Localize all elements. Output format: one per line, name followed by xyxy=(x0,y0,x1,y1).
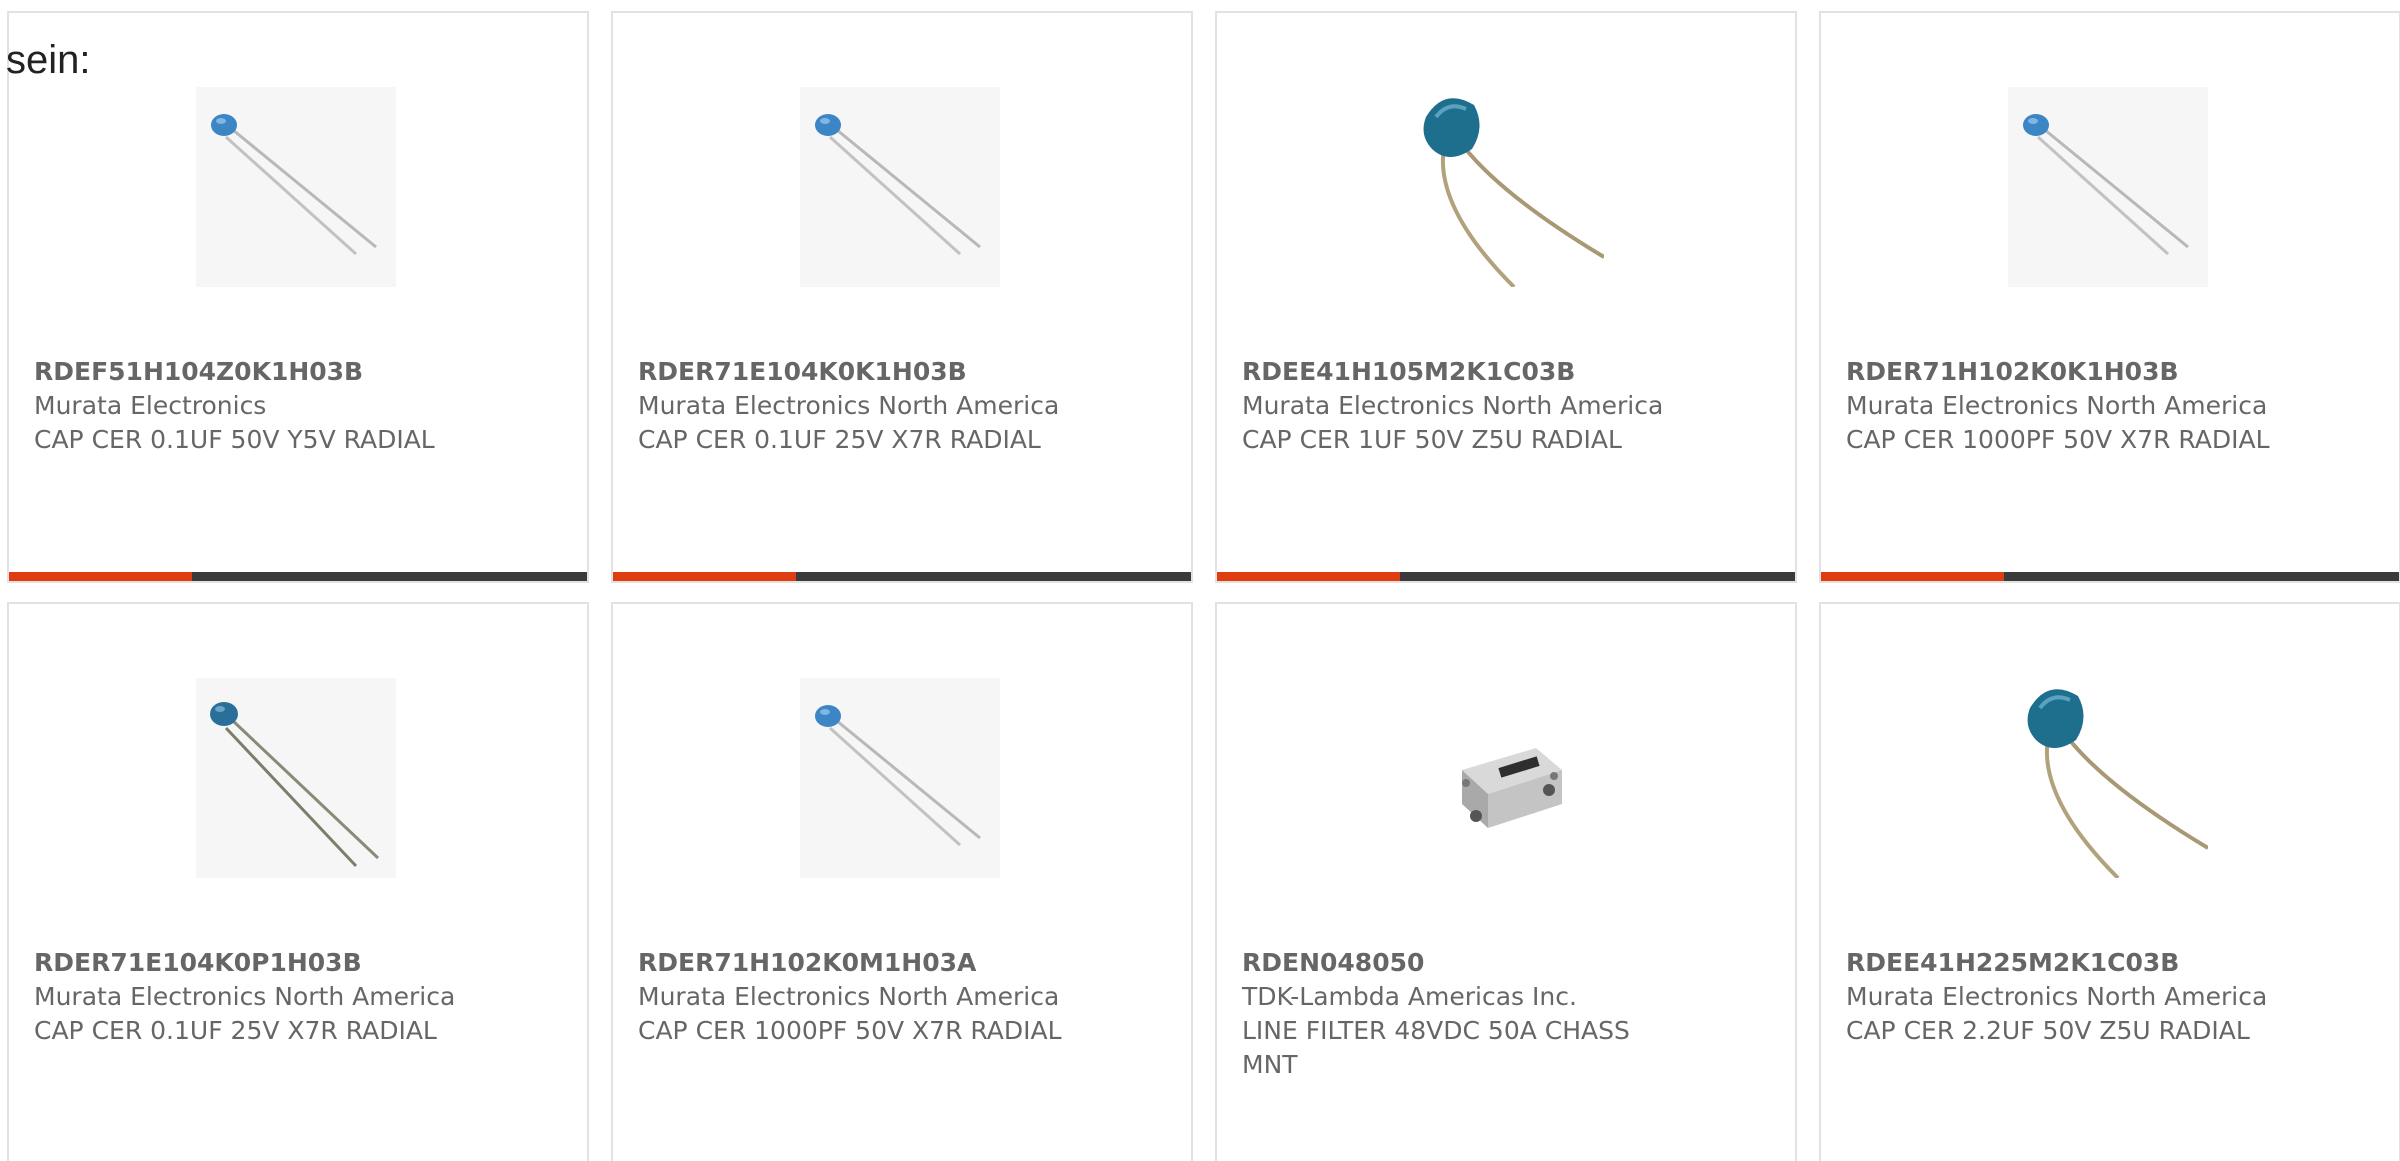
product-description: CAP CER 1UF 50V Z5U RADIAL xyxy=(1242,425,1622,454)
product-card[interactable]: RDER71H102K0K1H03B Murata Electronics No… xyxy=(1819,11,2400,583)
product-info: RDER71E104K0P1H03B Murata Electronics No… xyxy=(34,946,484,1048)
ceramic-capacitor-dark-icon xyxy=(210,702,380,868)
product-info: RDEN048050 TDK-Lambda Americas Inc. LINE… xyxy=(1242,946,1692,1082)
ceramic-capacitor-large-icon xyxy=(1423,98,1604,287)
product-image[interactable] xyxy=(196,87,396,287)
product-image[interactable] xyxy=(1404,678,1604,878)
manufacturer-name: Murata Electronics North America xyxy=(1846,982,2268,1011)
ceramic-capacitor-large-icon xyxy=(2027,689,2208,878)
card-footer-bar xyxy=(613,572,1191,581)
product-card[interactable]: RDER71H102K0M1H03A Murata Electronics No… xyxy=(611,602,1193,1161)
product-image[interactable] xyxy=(800,87,1000,287)
product-description: CAP CER 1000PF 50V X7R RADIAL xyxy=(1846,425,2270,454)
product-card[interactable]: RDER71E104K0P1H03B Murata Electronics No… xyxy=(7,602,589,1161)
manufacturer-name: Murata Electronics North America xyxy=(638,982,1060,1011)
part-number-link[interactable]: RDER71H102K0K1H03B xyxy=(1846,355,2296,389)
manufacturer-name: TDK-Lambda Americas Inc. xyxy=(1242,982,1577,1011)
product-image[interactable] xyxy=(800,678,1000,878)
product-info: RDEE41H105M2K1C03B Murata Electronics No… xyxy=(1242,355,1692,457)
product-image[interactable] xyxy=(2008,87,2208,287)
manufacturer-name: Murata Electronics North America xyxy=(638,391,1060,420)
product-card[interactable]: RDEF51H104Z0K1H03B Murata Electronics CA… xyxy=(7,11,589,583)
card-accent-bar xyxy=(613,572,796,581)
part-number-link[interactable]: RDEE41H225M2K1C03B xyxy=(1846,946,2296,980)
product-info: RDER71H102K0K1H03B Murata Electronics No… xyxy=(1846,355,2296,457)
card-accent-bar xyxy=(1217,572,1400,581)
line-filter-icon xyxy=(1462,748,1562,828)
manufacturer-name: Murata Electronics North America xyxy=(1846,391,2268,420)
product-description: CAP CER 1000PF 50V X7R RADIAL xyxy=(638,1016,1062,1045)
ceramic-capacitor-small-icon xyxy=(2023,114,2189,256)
ceramic-capacitor-small-icon xyxy=(815,705,981,847)
part-number-link[interactable]: RDEE41H105M2K1C03B xyxy=(1242,355,1692,389)
part-number-link[interactable]: RDER71E104K0K1H03B xyxy=(638,355,1088,389)
manufacturer-name: Murata Electronics North America xyxy=(1242,391,1664,420)
card-footer-bar xyxy=(9,572,587,581)
part-number-link[interactable]: RDEF51H104Z0K1H03B xyxy=(34,355,484,389)
intro-text: sein: xyxy=(6,38,91,82)
product-card[interactable]: RDER71E104K0K1H03B Murata Electronics No… xyxy=(611,11,1193,583)
part-number-link[interactable]: RDEN048050 xyxy=(1242,946,1692,980)
product-card[interactable]: RDEE41H105M2K1C03B Murata Electronics No… xyxy=(1215,11,1797,583)
product-grid-page: sein: RDEF51H104Z0K1H03B Murata Electron… xyxy=(0,0,2400,1161)
product-info: RDER71H102K0M1H03A Murata Electronics No… xyxy=(638,946,1088,1048)
manufacturer-name: Murata Electronics North America xyxy=(34,982,456,1011)
product-image[interactable] xyxy=(2008,678,2208,878)
product-info: RDEF51H104Z0K1H03B Murata Electronics CA… xyxy=(34,355,484,457)
card-accent-bar xyxy=(1821,572,2004,581)
ceramic-capacitor-small-icon xyxy=(211,114,377,256)
product-info: RDER71E104K0K1H03B Murata Electronics No… xyxy=(638,355,1088,457)
product-description: CAP CER 0.1UF 25V X7R RADIAL xyxy=(34,1016,437,1045)
product-description: LINE FILTER 48VDC 50A CHASS MNT xyxy=(1242,1016,1630,1079)
product-card[interactable]: RDEE41H225M2K1C03B Murata Electronics No… xyxy=(1819,602,2400,1161)
product-card[interactable]: RDEN048050 TDK-Lambda Americas Inc. LINE… xyxy=(1215,602,1797,1161)
product-description: CAP CER 0.1UF 50V Y5V RADIAL xyxy=(34,425,435,454)
part-number-link[interactable]: RDER71H102K0M1H03A xyxy=(638,946,1088,980)
manufacturer-name: Murata Electronics xyxy=(34,391,267,420)
card-footer-bar xyxy=(1821,572,2399,581)
product-image[interactable] xyxy=(1404,87,1604,287)
ceramic-capacitor-small-icon xyxy=(815,114,981,256)
product-info: RDEE41H225M2K1C03B Murata Electronics No… xyxy=(1846,946,2296,1048)
part-number-link[interactable]: RDER71E104K0P1H03B xyxy=(34,946,484,980)
card-footer-bar xyxy=(1217,572,1795,581)
card-accent-bar xyxy=(9,572,192,581)
product-description: CAP CER 0.1UF 25V X7R RADIAL xyxy=(638,425,1041,454)
product-description: CAP CER 2.2UF 50V Z5U RADIAL xyxy=(1846,1016,2250,1045)
product-image[interactable] xyxy=(196,678,396,878)
